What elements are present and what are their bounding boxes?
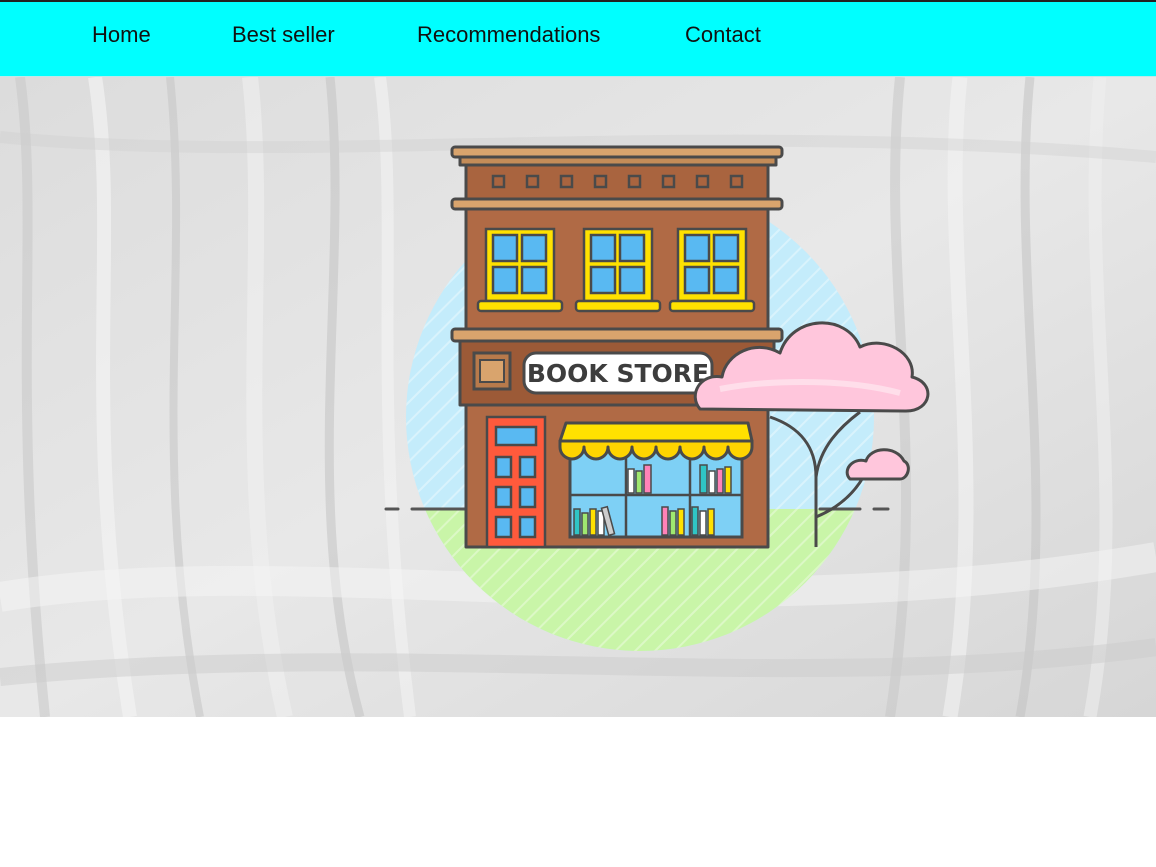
red-door xyxy=(485,415,547,549)
page-content-area xyxy=(0,717,1156,867)
nav-link-best-seller[interactable]: Best seller xyxy=(232,21,335,49)
hero-background: BOOK STORE xyxy=(0,77,1156,717)
nav-link-home[interactable]: Home xyxy=(92,21,151,49)
shop-window xyxy=(568,447,744,539)
top-navigation-bar: Home Best seller Recommendations Contact xyxy=(0,2,1156,77)
nav-link-recommendations[interactable]: Recommendations xyxy=(417,21,600,49)
nav-link-contact[interactable]: Contact xyxy=(685,21,761,49)
upper-windows xyxy=(476,227,756,313)
hero-banner: BOOK STORE xyxy=(0,77,1156,717)
store-sign: BOOK STORE xyxy=(472,351,714,395)
store-sign-text: BOOK STORE xyxy=(527,359,709,388)
